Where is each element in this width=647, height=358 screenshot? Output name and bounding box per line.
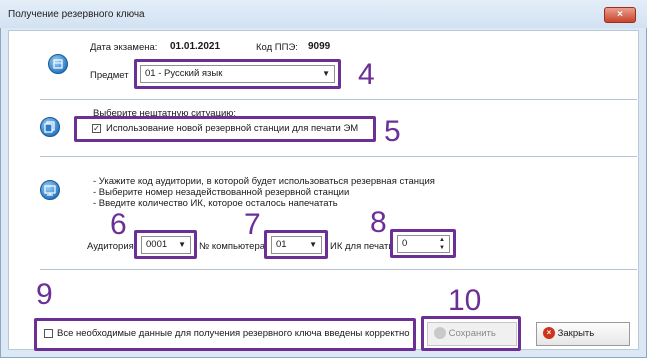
callout-box-6	[134, 230, 197, 259]
exam-date-value: 01.01.2021	[170, 41, 221, 52]
close-icon: ×	[543, 327, 555, 340]
callout-number-10: 10	[448, 284, 482, 317]
callout-box-5	[74, 116, 376, 142]
callout-box-8	[390, 229, 456, 258]
ppe-code-value: 9099	[308, 41, 331, 52]
callout-number-6: 6	[110, 208, 127, 241]
computer-label: № компьютера	[199, 241, 266, 252]
callout-box-7	[264, 230, 328, 259]
subject-label: Предмет	[90, 70, 129, 81]
instruction-line: - Укажите код аудитории, в которой будет…	[93, 176, 435, 187]
instruction-line: - Введите количество ИК, которое осталос…	[93, 198, 338, 209]
exam-date-label: Дата экзамена:	[90, 42, 158, 53]
close-button-label: Закрыть	[557, 328, 595, 339]
callout-box-10	[421, 316, 521, 351]
callout-number-8: 8	[370, 206, 387, 239]
callout-number-5: 5	[384, 115, 401, 148]
section-divider	[40, 99, 637, 101]
ik-label: ИК для печати	[330, 241, 394, 252]
callout-box-4	[134, 59, 341, 89]
monitor-icon	[40, 180, 60, 200]
copy-icon	[40, 117, 60, 137]
window-close-button[interactable]: ×	[604, 7, 636, 23]
ppe-code-label: Код ППЭ:	[256, 42, 298, 53]
callout-number-7: 7	[244, 208, 261, 241]
calendar-icon	[48, 54, 68, 74]
callout-number-9: 9	[36, 278, 53, 311]
close-button[interactable]: × Закрыть	[536, 322, 630, 346]
auditorium-label: Аудитория	[87, 241, 134, 252]
window-title: Получение резервного ключа	[8, 9, 145, 20]
callout-number-4: 4	[358, 58, 375, 91]
instruction-line: - Выберите номер незадействованной резер…	[93, 187, 350, 198]
callout-box-9	[34, 318, 416, 351]
section-divider	[40, 156, 637, 158]
section-divider	[40, 269, 637, 271]
